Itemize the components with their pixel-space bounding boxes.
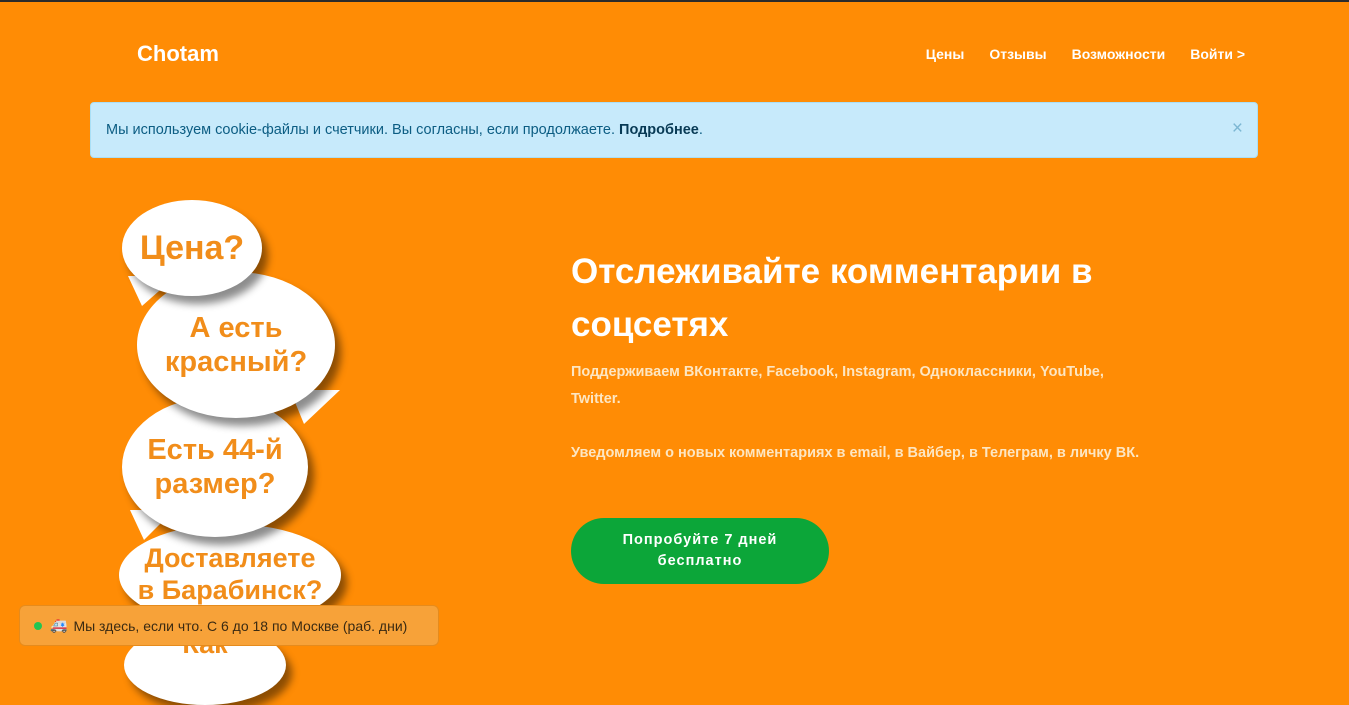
hero-section: Отслеживайте комментарии в соцсетях Подд… xyxy=(571,245,1151,467)
online-status-icon xyxy=(34,621,42,630)
chat-widget[interactable]: 🚑 Мы здесь, если что. С 6 до 18 по Москв… xyxy=(19,605,439,646)
hero-notifications-text: Уведомляем о новых комментариях в email,… xyxy=(571,445,1140,461)
truck-icon: 🚑 xyxy=(50,617,68,633)
cookie-period: . xyxy=(698,122,703,138)
hero-title: Отслеживайте комментарии в соцсетях xyxy=(571,252,1093,344)
cookie-alert: Мы используем cookie-файлы и счетчики. В… xyxy=(90,102,1258,158)
nav-reviews[interactable]: Отзывы xyxy=(989,46,1046,62)
nav-prices[interactable]: Цены xyxy=(926,46,965,62)
hero-networks-text: Поддерживаем ВКонтакте, Facebook, Instag… xyxy=(571,364,1104,407)
bubble-3: Есть 44-й размер? xyxy=(122,397,308,537)
bubble-1: Цена? xyxy=(122,200,262,296)
cookie-more-link[interactable]: Подробнее xyxy=(619,122,699,138)
main-nav: Цены Отзывы Возможности Войти > xyxy=(926,46,1245,62)
try-free-button[interactable]: Попробуйте 7 дней бесплатно xyxy=(571,518,829,584)
cookie-text: Мы используем cookie-файлы и счетчики. В… xyxy=(106,122,616,138)
close-icon[interactable]: × xyxy=(1232,118,1243,140)
nav-features[interactable]: Возможности xyxy=(1072,46,1166,62)
chat-text: Мы здесь, если что. С 6 до 18 по Москве … xyxy=(73,617,408,634)
speech-bubbles-illustration: Как Доставляете в Барабинск? Есть 44-й р… xyxy=(110,192,370,705)
nav-login[interactable]: Войти > xyxy=(1190,46,1245,62)
brand-logo[interactable]: Chotam xyxy=(137,41,219,67)
